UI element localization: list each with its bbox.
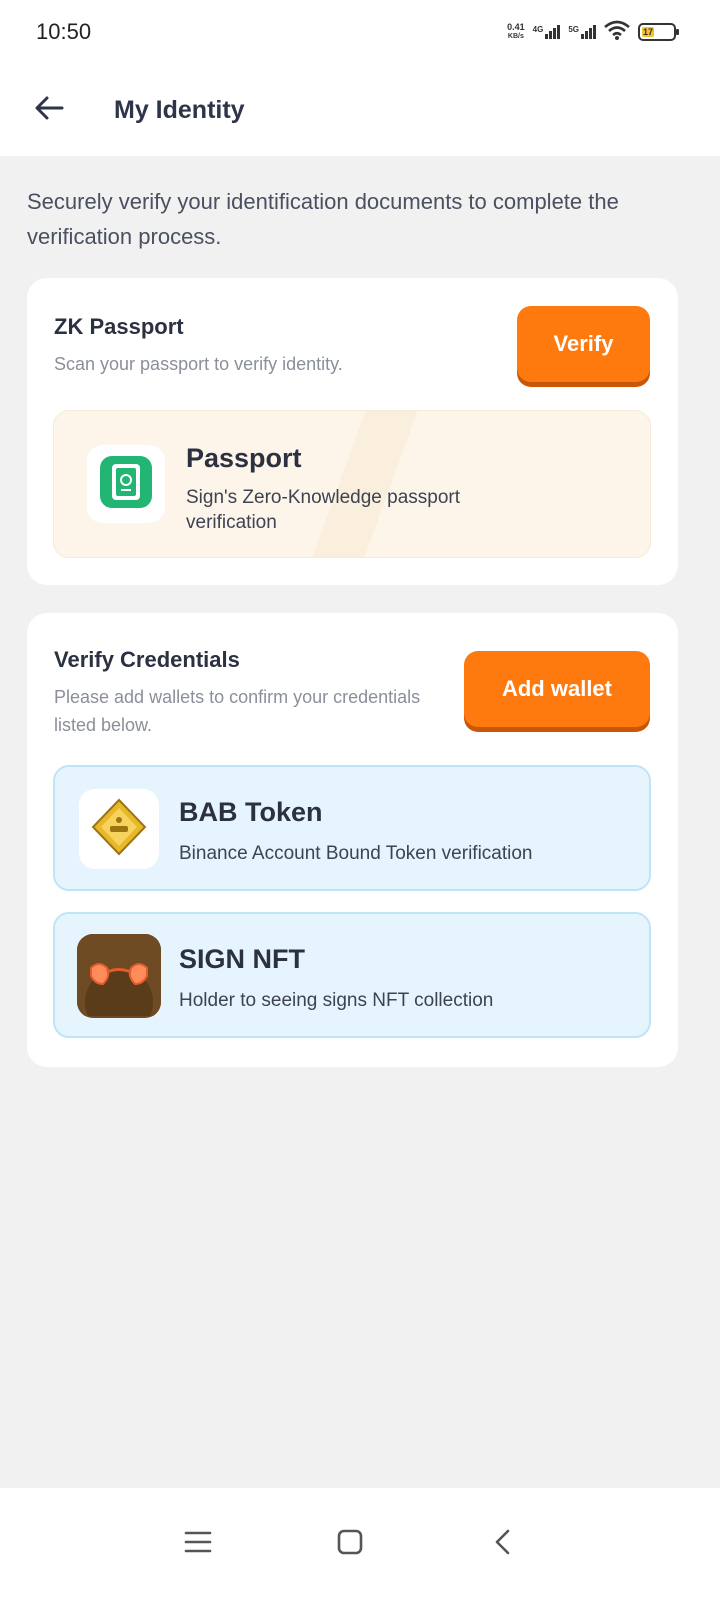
- back-button[interactable]: [4, 64, 94, 156]
- status-time: 10:50: [36, 19, 92, 44]
- verify-credentials-card: Verify Credentials Please add wallets to…: [27, 613, 678, 1067]
- home-button[interactable]: [320, 1514, 380, 1574]
- signal-icon: 5G: [568, 25, 596, 39]
- intro-text: Securely verify your identification docu…: [27, 189, 619, 249]
- bab-token-icon: [88, 796, 150, 863]
- sign-nft-icon-box: [77, 934, 161, 1018]
- zk-passport-subtitle: Scan your passport to verify identity.: [54, 354, 343, 374]
- bab-token-description: Binance Account Bound Token verification: [179, 843, 533, 864]
- bab-token-title: BAB Token: [179, 797, 323, 827]
- back-icon: [492, 1528, 512, 1561]
- menu-button[interactable]: [168, 1514, 228, 1574]
- verify-button[interactable]: Verify: [517, 306, 650, 382]
- sign-nft-item[interactable]: SIGN NFT Holder to seeing signs NFT coll…: [53, 912, 651, 1038]
- app-bar: My Identity: [0, 64, 720, 156]
- sign-nft-description: Holder to seeing signs NFT collection: [179, 990, 494, 1011]
- content: Securely verify your identification docu…: [0, 156, 720, 1067]
- verify-credentials-subtitle: Please add wallets to confirm your crede…: [54, 687, 421, 735]
- add-wallet-button[interactable]: Add wallet: [464, 651, 650, 727]
- battery-level: 17: [642, 27, 654, 37]
- page-title: My Identity: [114, 95, 245, 124]
- network-speed: 0.41 KB/s: [507, 22, 525, 41]
- zk-passport-title: ZK Passport: [54, 314, 184, 339]
- bab-token-item[interactable]: BAB Token Binance Account Bound Token ve…: [53, 765, 651, 891]
- battery-icon: 17: [638, 23, 679, 41]
- sign-nft-title: SIGN NFT: [179, 944, 305, 974]
- wifi-icon: [604, 20, 630, 45]
- nav-back-button[interactable]: [472, 1514, 532, 1574]
- zk-passport-card: ZK Passport Scan your passport to verify…: [27, 278, 678, 585]
- passport-icon-box: [87, 445, 165, 523]
- passport-item[interactable]: Passport Sign's Zero-Knowledge passport …: [53, 410, 651, 558]
- passport-icon: [97, 453, 155, 516]
- bab-token-icon-box: [79, 789, 159, 869]
- passport-item-description: Sign's Zero-Knowledge passport verificat…: [186, 487, 460, 533]
- status-icons: 0.41 KB/s 4G 5G 17: [507, 20, 679, 45]
- passport-item-title: Passport: [186, 443, 302, 473]
- sign-nft-icon: [77, 934, 161, 1018]
- status-bar: 10:50 0.41 KB/s 4G 5G 17: [0, 0, 720, 64]
- home-icon: [336, 1528, 364, 1561]
- system-nav-bar: [0, 1488, 720, 1600]
- arrow-left-icon: [34, 95, 64, 126]
- verify-credentials-title: Verify Credentials: [54, 647, 240, 672]
- signal-icon: 4G: [533, 25, 561, 39]
- menu-icon: [184, 1530, 212, 1559]
